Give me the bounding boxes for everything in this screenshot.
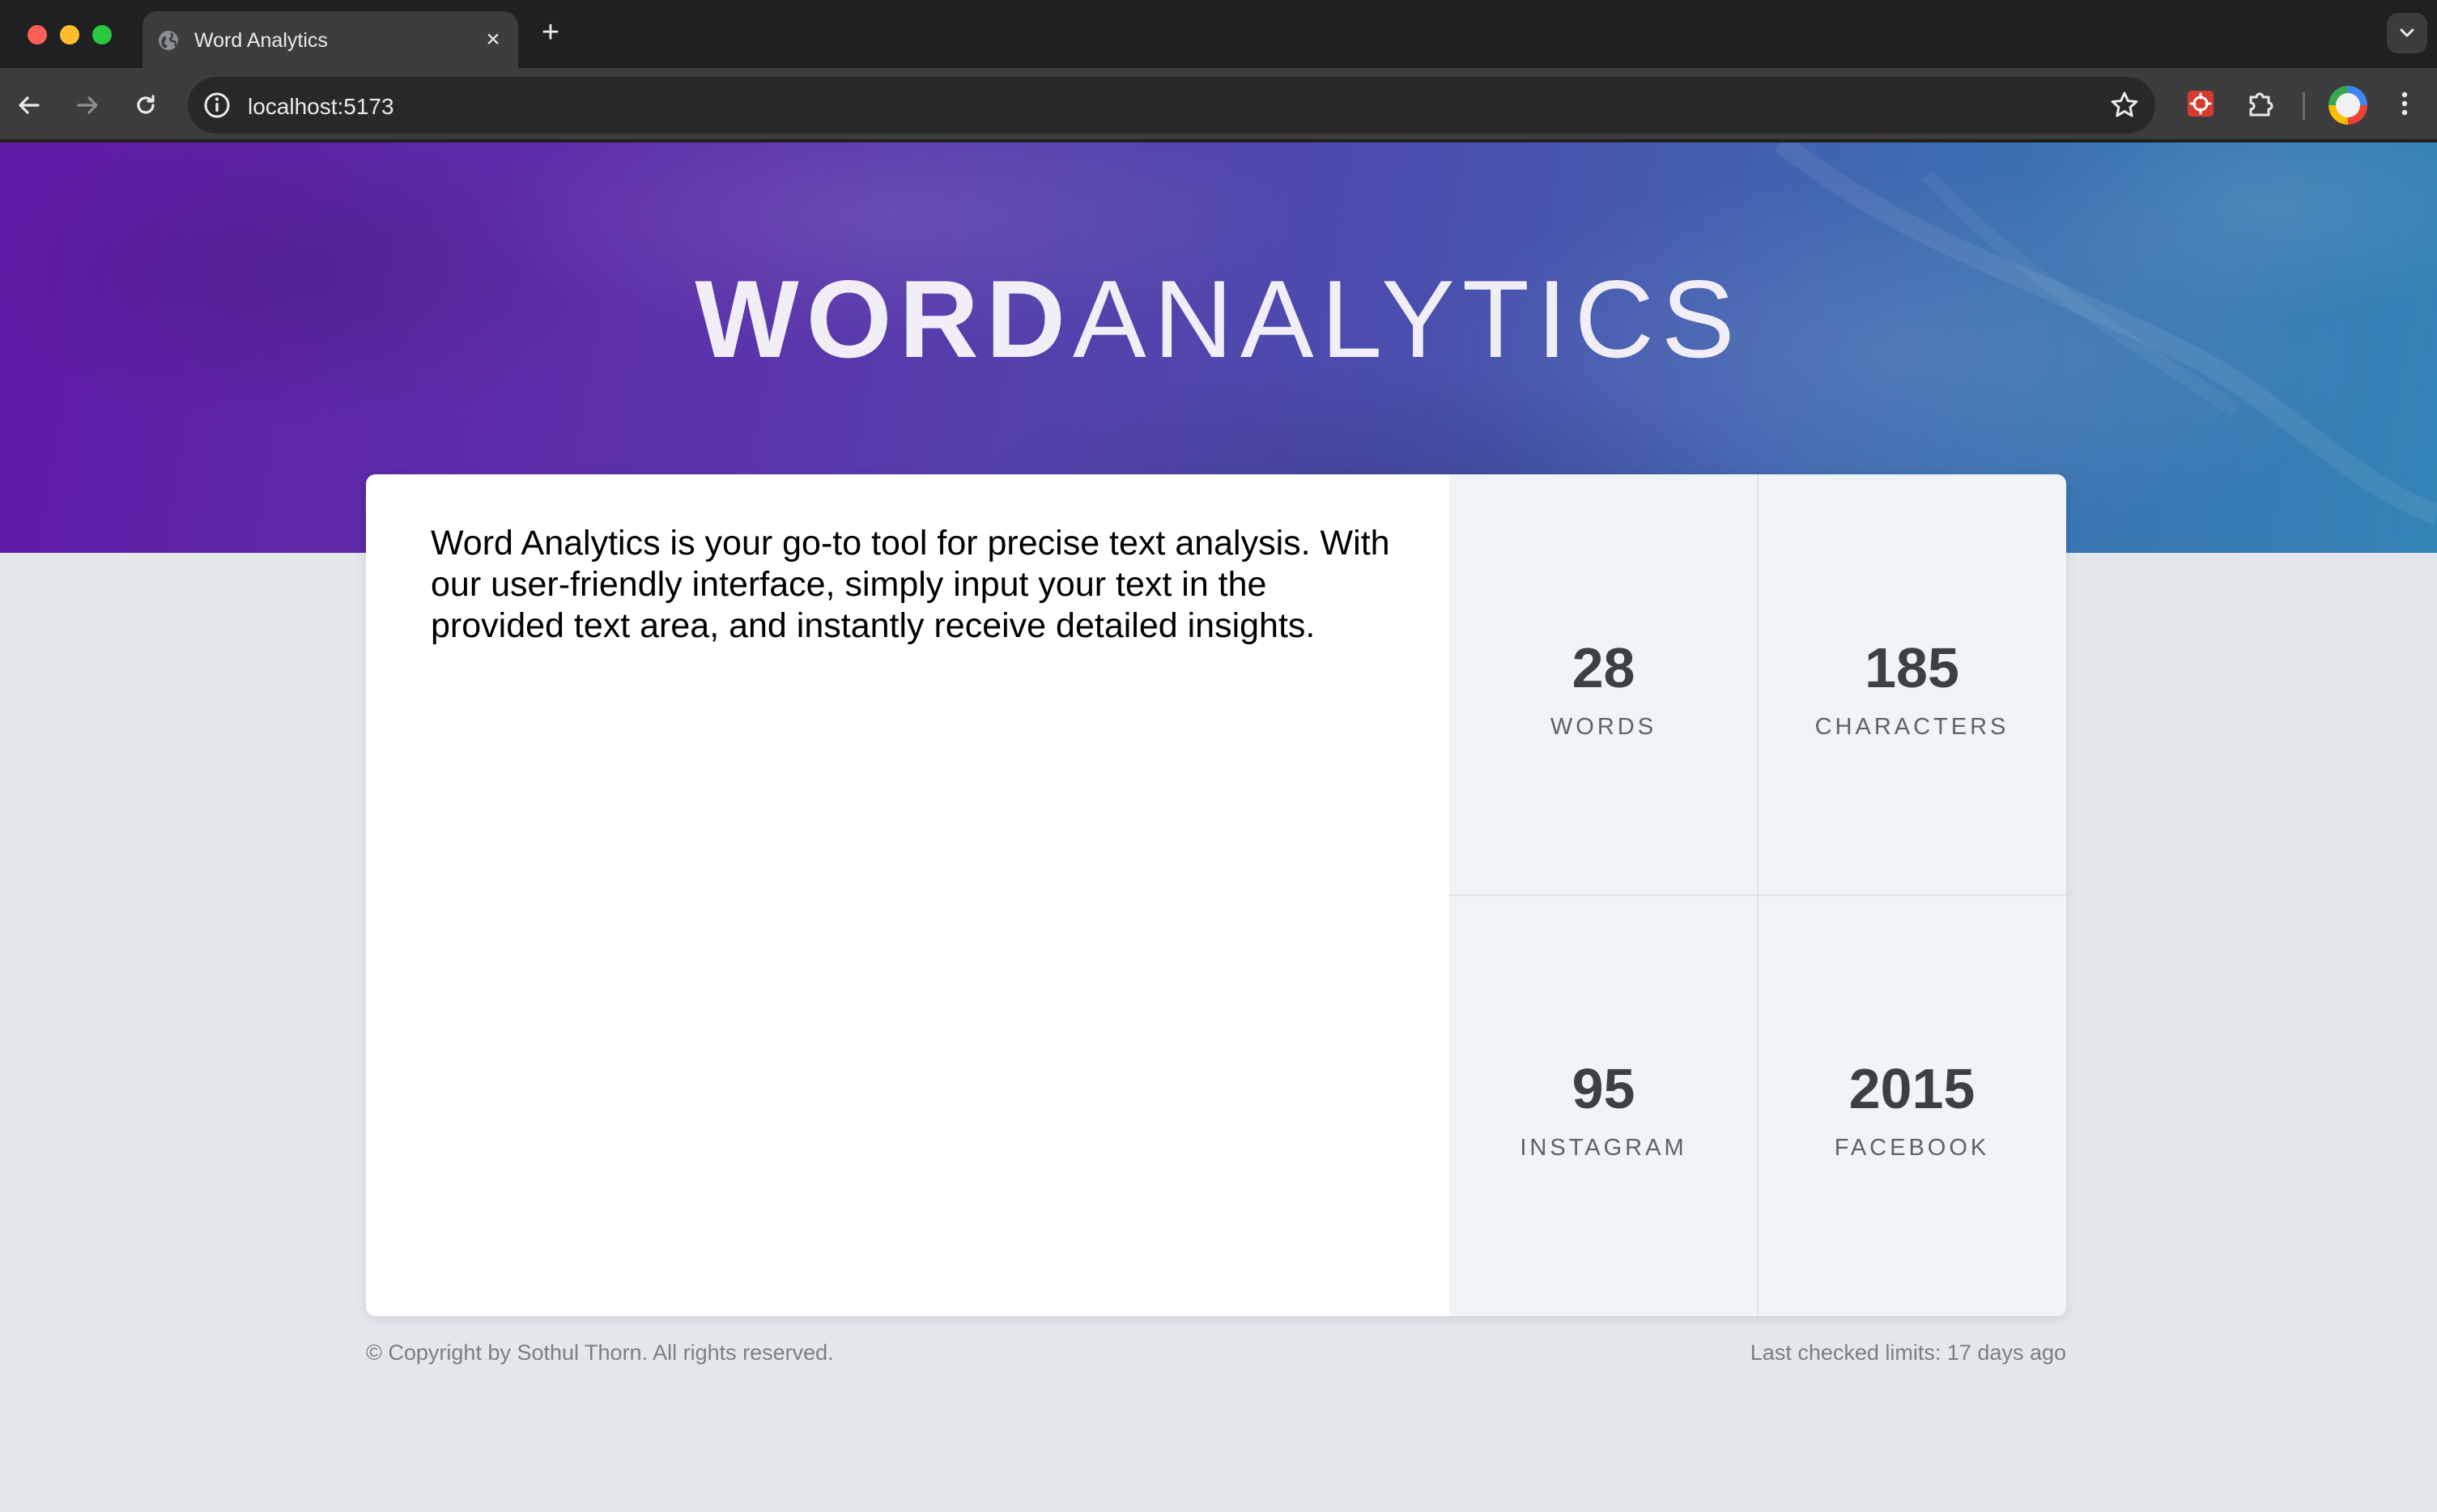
arrow-left-icon: [19, 96, 40, 114]
forward-button[interactable]: [68, 86, 107, 125]
new-tab-button[interactable]: +: [534, 16, 567, 49]
stat-number: 185: [1865, 636, 1959, 699]
kebab-menu-icon: [2401, 91, 2408, 116]
chevron-down-icon: [2400, 28, 2414, 37]
tab-search-button[interactable]: [2387, 13, 2427, 53]
extension-app-button[interactable]: [2181, 84, 2220, 123]
extensions-button[interactable]: [2241, 84, 2280, 123]
globe-icon: [159, 31, 178, 50]
browser-menu-button[interactable]: [2385, 84, 2424, 123]
star-icon[interactable]: [2108, 89, 2141, 121]
puzzle-icon: [2249, 92, 2273, 117]
stat-label: FACEBOOK: [1834, 1135, 1990, 1161]
stats-panel: 28 WORDS 185 CHARACTERS 95 INSTAGRAM 201…: [1449, 474, 2066, 1316]
info-icon[interactable]: [202, 91, 232, 120]
stat-words: 28 WORDS: [1449, 474, 1758, 895]
stat-label: CHARACTERS: [1814, 714, 2010, 740]
stat-instagram: 95 INSTAGRAM: [1449, 895, 1758, 1316]
browser-tab[interactable]: Word Analytics ×: [142, 11, 518, 68]
text-input-content[interactable]: Word Analytics is your go-to tool for pr…: [431, 523, 1402, 647]
profile-avatar[interactable]: [2329, 86, 2367, 125]
title-light-part: ANALYTICS: [1072, 257, 1742, 380]
stat-number: 95: [1572, 1057, 1635, 1120]
footer-copyright: © Copyright by Sothul Thorn. All rights …: [366, 1340, 834, 1365]
stat-characters: 185 CHARACTERS: [1758, 474, 2066, 895]
browser-tab-strip: Word Analytics × +: [0, 0, 2437, 68]
extension-app-icon: [2188, 91, 2214, 117]
stat-number: 2015: [1848, 1057, 1976, 1120]
maximize-window-button[interactable]: [92, 25, 112, 45]
toolbar-separator: [2303, 92, 2305, 120]
stat-label: INSTAGRAM: [1520, 1135, 1687, 1161]
arrow-right-icon: [77, 96, 98, 114]
title-bold-part: WORD: [695, 257, 1073, 380]
stat-facebook: 2015 FACEBOOK: [1758, 895, 2066, 1316]
text-input-area[interactable]: Word Analytics is your go-to tool for pr…: [366, 474, 1448, 1316]
reload-button[interactable]: [126, 86, 165, 125]
footer-last-checked: Last checked limits: 17 days ago: [1750, 1340, 2066, 1365]
close-window-button[interactable]: [28, 25, 47, 45]
page-title: WORDANALYTICS: [0, 264, 2437, 374]
stat-label: WORDS: [1550, 714, 1657, 740]
tab-title: Word Analytics: [194, 29, 328, 52]
minimize-window-button[interactable]: [60, 25, 79, 45]
stat-number: 28: [1572, 636, 1635, 699]
browser-toolbar: localhost:5173: [0, 68, 2437, 142]
close-tab-icon[interactable]: ×: [479, 26, 507, 53]
analytics-card: Word Analytics is your go-to tool for pr…: [366, 474, 2066, 1316]
reload-icon: [137, 95, 155, 114]
url-text[interactable]: localhost:5173: [248, 94, 394, 120]
address-bar[interactable]: localhost:5173: [188, 77, 2155, 134]
back-button[interactable]: [10, 86, 49, 125]
